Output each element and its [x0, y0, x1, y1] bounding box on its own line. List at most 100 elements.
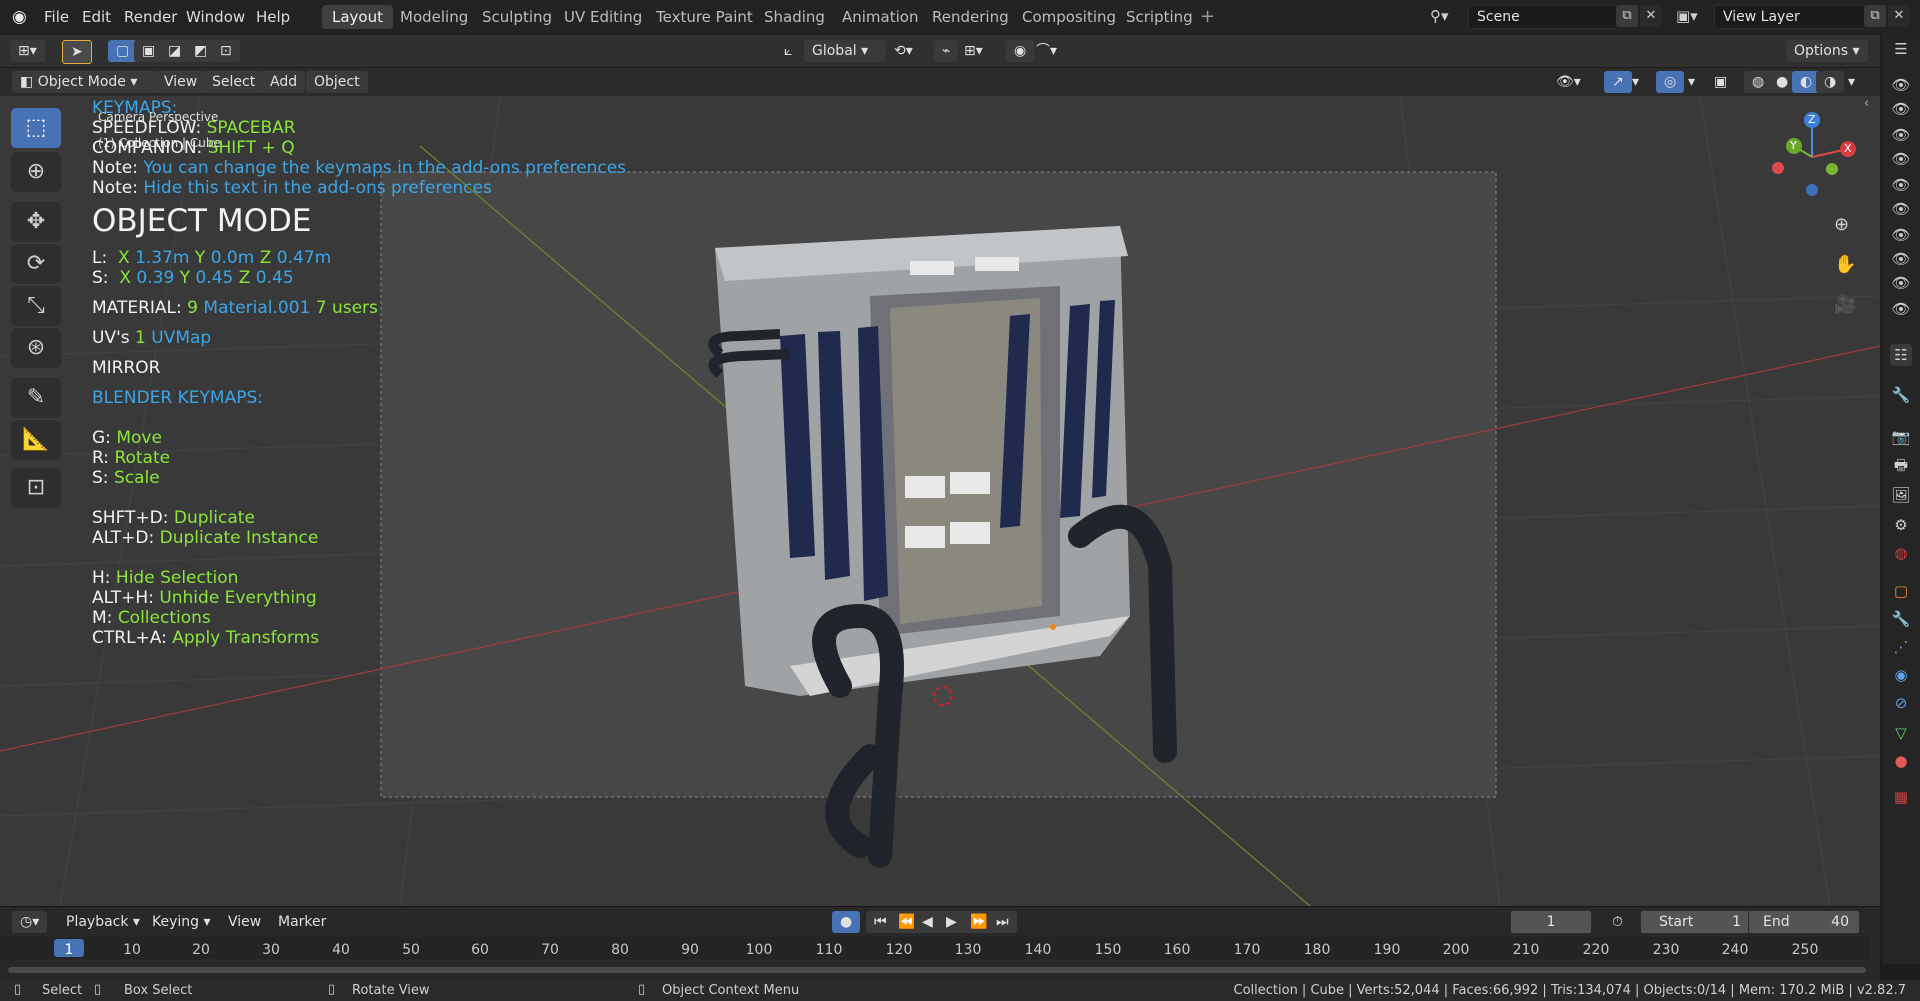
timeline-editor-type-icon[interactable]: ◷▾ — [12, 911, 48, 933]
visibility-eye-icon[interactable]: 👁 — [1890, 174, 1912, 196]
transform-tool-icon[interactable]: ⊛ — [11, 328, 61, 368]
new-view-layer-icon[interactable]: ⧉ — [1864, 5, 1886, 27]
pivot-point-icon[interactable]: ⟲▾ — [894, 40, 913, 62]
marker-menu[interactable]: Marker — [278, 911, 326, 933]
visibility-icon[interactable]: 👁▾ — [1556, 71, 1581, 93]
play-icon[interactable]: ▶ — [938, 911, 965, 933]
data-properties-icon[interactable]: ▽ — [1890, 722, 1912, 744]
tab-compositing[interactable]: Compositing — [1012, 5, 1126, 29]
select-box-tool-icon[interactable]: ⬚ — [11, 108, 61, 148]
tab-modeling[interactable]: Modeling — [390, 5, 478, 29]
visibility-eye-icon[interactable]: 👁 — [1890, 224, 1912, 246]
pan-hand-icon[interactable]: ✋ — [1834, 254, 1856, 275]
use-preview-range-icon[interactable]: ⏱ — [1612, 911, 1623, 933]
timeline-scrollbar[interactable] — [8, 967, 1866, 973]
tab-animation[interactable]: Animation — [832, 5, 928, 29]
tab-uv-editing[interactable]: UV Editing — [554, 5, 652, 29]
gizmo-toggle-icon[interactable]: ↗ — [1604, 71, 1632, 93]
start-frame-field[interactable]: Start 1 — [1640, 910, 1752, 934]
tool-properties-icon[interactable]: 🔧 — [1890, 384, 1912, 406]
object-properties-icon[interactable]: ▢ — [1890, 580, 1912, 602]
scale-tool-icon[interactable]: ⤡ — [11, 286, 61, 326]
select-mode-new-icon[interactable]: ▢ — [108, 40, 138, 62]
modifier-properties-icon[interactable]: 🔧 — [1890, 608, 1912, 630]
current-frame-field[interactable]: 1 — [1510, 910, 1592, 934]
tab-layout[interactable]: Layout — [322, 5, 393, 29]
shading-dropdown-icon[interactable]: ▾ — [1848, 71, 1855, 93]
delete-view-layer-icon[interactable]: ✕ — [1888, 5, 1910, 27]
zoom-icon[interactable]: ⊕ — [1834, 214, 1849, 235]
menu-select[interactable]: Select — [204, 71, 264, 93]
select-tool-icon[interactable]: ➤ — [62, 40, 92, 64]
overlays-dropdown-icon[interactable]: ▾ — [1688, 71, 1695, 93]
gizmo-dropdown-icon[interactable]: ▾ — [1632, 71, 1639, 93]
new-scene-icon[interactable]: ⧉ — [1616, 5, 1638, 27]
menu-help[interactable]: Help — [256, 8, 290, 26]
keying-menu[interactable]: Keying ▾ — [152, 911, 211, 933]
view-layer-icon[interactable]: ▣▾ — [1676, 7, 1698, 25]
select-mode-invert-icon[interactable]: ◩ — [186, 40, 216, 62]
scene-field[interactable]: Scene — [1468, 5, 1618, 29]
scene-properties-icon[interactable]: ⚙ — [1890, 514, 1912, 536]
tab-scripting[interactable]: Scripting — [1116, 5, 1203, 29]
physics-properties-icon[interactable]: ◉ — [1890, 664, 1912, 686]
play-reverse-icon[interactable]: ◀ — [914, 911, 941, 933]
navigation-gizmo[interactable]: Z X Y — [1760, 112, 1870, 202]
camera-view-icon[interactable]: 🎥 — [1834, 294, 1856, 315]
menu-render[interactable]: Render — [124, 8, 177, 26]
proportional-editing-icon[interactable]: ◉ — [1006, 40, 1035, 62]
visibility-eye-icon[interactable]: 👁 — [1890, 124, 1912, 146]
tab-shading[interactable]: Shading — [754, 5, 835, 29]
menu-view[interactable]: View — [156, 71, 206, 93]
visibility-eye-icon[interactable]: 👁 — [1890, 74, 1912, 96]
editor-type-icon[interactable]: ⊞▾ — [10, 40, 45, 62]
cursor-tool-icon[interactable]: ⊕ — [11, 152, 61, 192]
delete-scene-icon[interactable]: ✕ — [1640, 5, 1662, 27]
select-mode-extend-icon[interactable]: ▣ — [134, 40, 164, 62]
view-layer-properties-icon[interactable]: 🖼 — [1890, 484, 1912, 506]
material-properties-icon[interactable]: ● — [1890, 750, 1912, 772]
xray-icon[interactable]: ▣ — [1714, 71, 1727, 93]
world-properties-icon[interactable]: ◍ — [1890, 542, 1912, 564]
menu-window[interactable]: Window — [186, 8, 245, 26]
snap-toggle-icon[interactable]: ⌁ — [934, 40, 959, 62]
menu-add[interactable]: Add — [262, 71, 306, 93]
visibility-eye-icon[interactable]: 👁 — [1890, 272, 1912, 294]
timeline-view-menu[interactable]: View — [228, 911, 261, 933]
menu-file[interactable]: File — [44, 8, 69, 26]
mode-dropdown[interactable]: ◧ Object Mode ▾ — [12, 71, 158, 93]
visibility-eye-icon[interactable]: 👁 — [1890, 248, 1912, 270]
visibility-eye-icon[interactable]: 👁 — [1890, 148, 1912, 170]
texture-properties-icon[interactable]: ▦ — [1890, 786, 1912, 808]
measure-tool-icon[interactable]: 📐 — [11, 420, 61, 460]
menu-edit[interactable]: Edit — [82, 8, 111, 26]
rendered-shading-icon[interactable]: ◑ — [1816, 71, 1845, 93]
select-mode-subtract-icon[interactable]: ◪ — [160, 40, 190, 62]
output-properties-icon[interactable]: 🖶 — [1890, 454, 1912, 476]
outliner-filter-icon[interactable]: ☰ — [1890, 38, 1912, 60]
blender-logo-icon[interactable]: ◉ — [12, 7, 27, 27]
visibility-eye-icon[interactable]: 👁 — [1890, 198, 1912, 220]
options-dropdown[interactable]: Options ▾ — [1786, 40, 1868, 62]
auto-keying-icon[interactable]: ● — [832, 911, 861, 933]
constraints-properties-icon[interactable]: ⊘ — [1890, 692, 1912, 714]
add-cube-tool-icon[interactable]: ⊡ — [11, 468, 61, 508]
particles-properties-icon[interactable]: ⋰ — [1890, 636, 1912, 658]
visibility-eye-icon[interactable]: 👁 — [1890, 298, 1912, 320]
end-frame-field[interactable]: End 40 — [1748, 910, 1860, 934]
scene-icon[interactable]: ⚲▾ — [1430, 7, 1449, 25]
tab-sculpting[interactable]: Sculpting — [472, 5, 562, 29]
rotate-tool-icon[interactable]: ⟳ — [11, 244, 61, 284]
tab-texture-paint[interactable]: Texture Paint — [646, 5, 763, 29]
menu-object[interactable]: Object — [306, 71, 368, 93]
snap-target-icon[interactable]: ⊞▾ — [964, 40, 983, 62]
sidebar-toggle-icon[interactable]: ‹ — [1864, 96, 1869, 111]
transform-orientation-icon[interactable]: ⟀ — [784, 40, 792, 62]
visibility-eye-icon[interactable]: 👁 — [1890, 98, 1912, 120]
tab-rendering[interactable]: Rendering — [922, 5, 1019, 29]
playback-menu[interactable]: Playback ▾ — [66, 911, 140, 933]
move-tool-icon[interactable]: ✥ — [11, 202, 61, 242]
render-properties-icon[interactable]: 📷 — [1890, 426, 1912, 448]
falloff-icon[interactable]: ⌒▾ — [1036, 40, 1057, 62]
jump-end-icon[interactable]: ⏭ — [988, 911, 1017, 933]
